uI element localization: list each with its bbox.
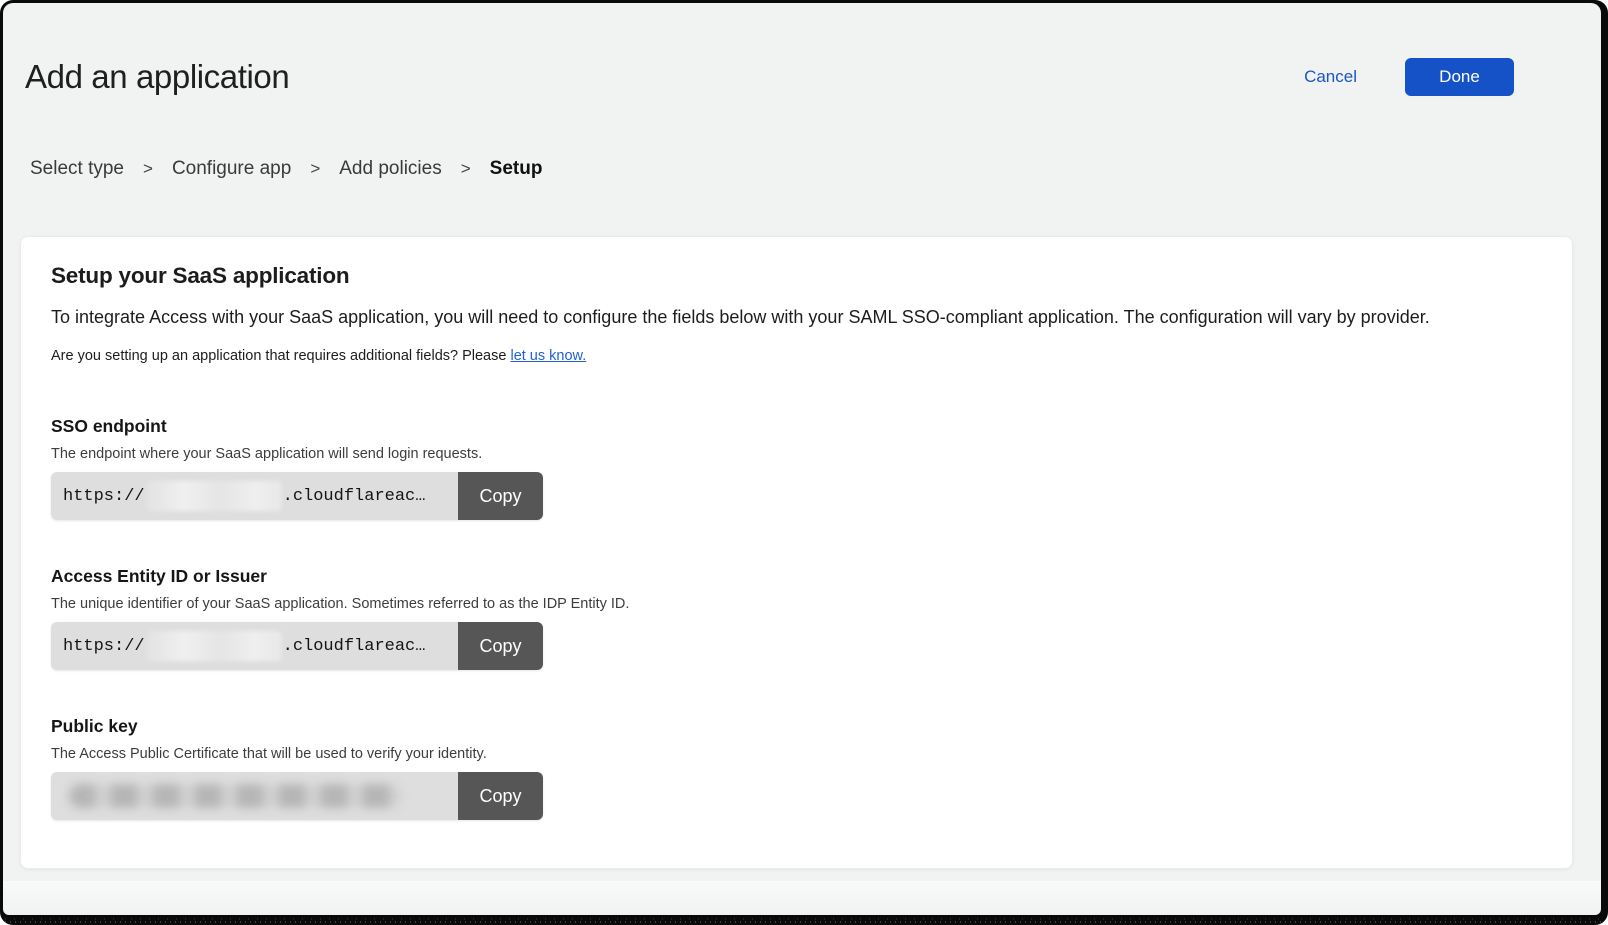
- sso-endpoint-section: SSO endpoint The endpoint where your Saa…: [51, 416, 1542, 520]
- header-actions: Cancel Done: [1304, 58, 1514, 96]
- sso-endpoint-copy-button[interactable]: Copy: [458, 472, 543, 520]
- bottom-edge-noise: [0, 915, 1608, 925]
- public-key-field: Copy: [51, 772, 543, 820]
- let-us-know-link[interactable]: let us know.: [510, 348, 586, 364]
- access-entity-id-value: https:// .cloudflareac…: [51, 622, 458, 670]
- access-entity-id-description: The unique identifier of your SaaS appli…: [51, 596, 1542, 612]
- card-note-prefix: Are you setting up an application that r…: [51, 348, 510, 364]
- breadcrumb-separator: >: [310, 159, 320, 179]
- access-entity-id-label: Access Entity ID or Issuer: [51, 566, 1542, 587]
- access-entity-id-value-prefix: https://: [63, 637, 145, 656]
- access-entity-id-field: https:// .cloudflareac… Copy: [51, 622, 543, 670]
- breadcrumb-step-add-policies[interactable]: Add policies: [339, 158, 441, 180]
- redacted-text-blur: [146, 631, 282, 661]
- public-key-description: The Access Public Certificate that will …: [51, 746, 1542, 762]
- sso-endpoint-value: https:// .cloudflareac…: [51, 472, 458, 520]
- cancel-button[interactable]: Cancel: [1304, 67, 1357, 87]
- sso-endpoint-label: SSO endpoint: [51, 416, 1542, 437]
- sso-endpoint-value-prefix: https://: [63, 487, 145, 506]
- breadcrumb-step-configure-app[interactable]: Configure app: [172, 158, 291, 180]
- breadcrumb-separator: >: [461, 159, 471, 179]
- window-frame: Add an application Cancel Done Select ty…: [0, 0, 1608, 925]
- public-key-value: [51, 772, 458, 820]
- card-note-text: Are you setting up an application that r…: [51, 348, 1542, 364]
- redacted-text-blur: [146, 481, 282, 511]
- access-entity-id-copy-button[interactable]: Copy: [458, 622, 543, 670]
- breadcrumb-step-select-type[interactable]: Select type: [30, 158, 124, 180]
- access-entity-id-value-suffix: .cloudflareac…: [283, 637, 426, 656]
- card-heading: Setup your SaaS application: [51, 263, 1542, 289]
- breadcrumb: Select type > Configure app > Add polici…: [30, 158, 1601, 180]
- page-title: Add an application: [25, 58, 289, 96]
- sso-endpoint-value-suffix: .cloudflareac…: [283, 487, 426, 506]
- setup-card: Setup your SaaS application To integrate…: [20, 236, 1573, 869]
- public-key-copy-button[interactable]: Copy: [458, 772, 543, 820]
- sso-endpoint-field: https:// .cloudflareac… Copy: [51, 472, 543, 520]
- access-entity-id-section: Access Entity ID or Issuer The unique id…: [51, 566, 1542, 670]
- public-key-section: Public key The Access Public Certificate…: [51, 716, 1542, 820]
- breadcrumb-step-setup-current: Setup: [490, 158, 543, 180]
- public-key-label: Public key: [51, 716, 1542, 737]
- redacted-text-blur: [69, 784, 401, 808]
- page-background: Add an application Cancel Done Select ty…: [3, 3, 1601, 915]
- card-intro-text: To integrate Access with your SaaS appli…: [51, 307, 1542, 328]
- sso-endpoint-description: The endpoint where your SaaS application…: [51, 446, 1542, 462]
- breadcrumb-separator: >: [143, 159, 153, 179]
- page-header: Add an application Cancel Done: [25, 58, 1514, 96]
- done-button[interactable]: Done: [1405, 58, 1514, 96]
